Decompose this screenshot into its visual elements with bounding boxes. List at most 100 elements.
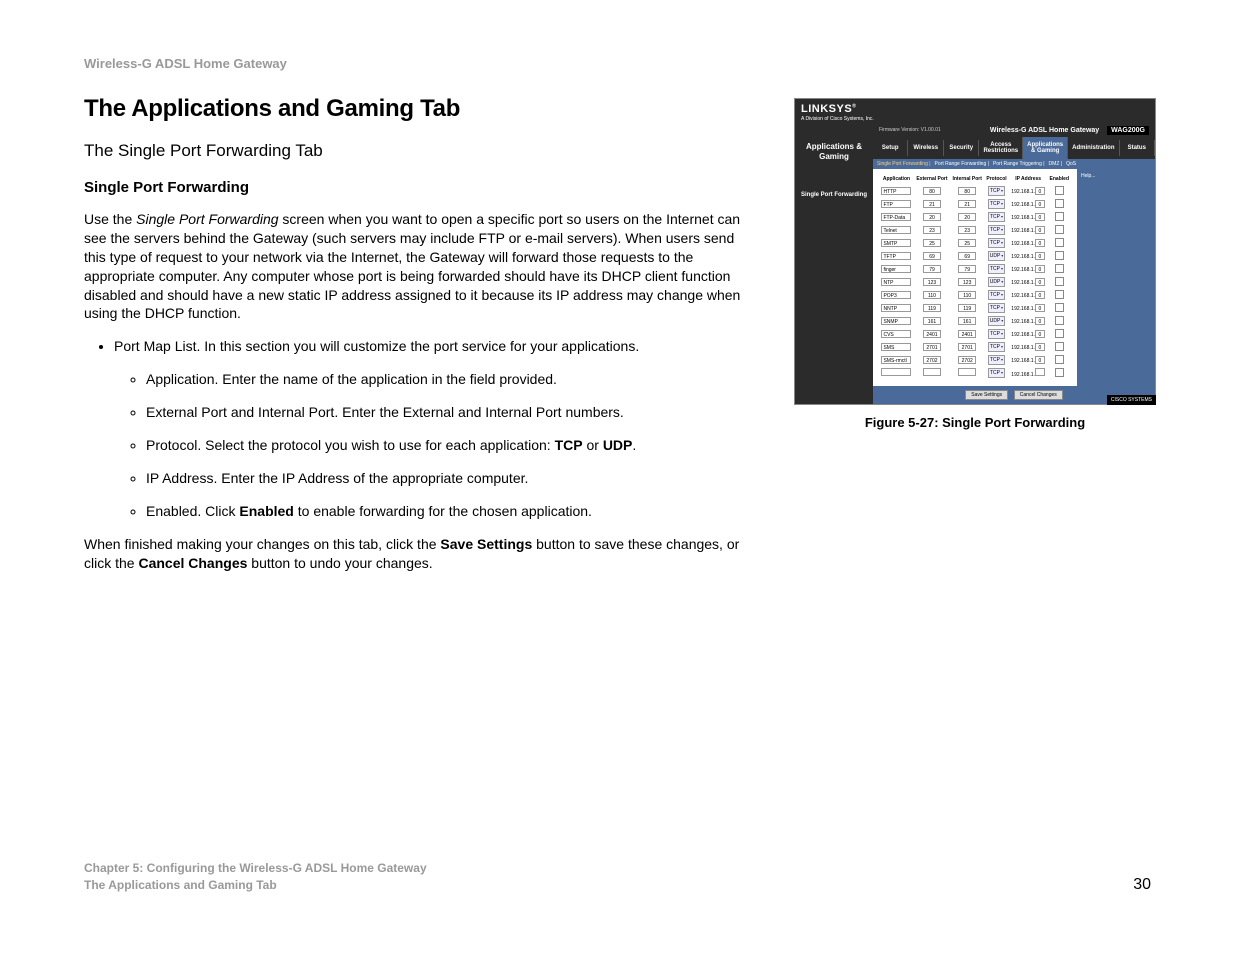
protocol-select[interactable]: UDP	[988, 277, 1006, 287]
ip-input[interactable]: 0	[1035, 291, 1045, 299]
ext-port-input[interactable]: 21	[923, 200, 941, 208]
int-port-input[interactable]: 79	[958, 265, 976, 273]
ip-input[interactable]: 0	[1035, 343, 1045, 351]
protocol-select[interactable]: TCP	[988, 264, 1005, 274]
app-input[interactable]: FTP	[881, 200, 911, 208]
enabled-checkbox[interactable]	[1055, 212, 1064, 221]
enabled-checkbox[interactable]	[1055, 342, 1064, 351]
ext-port-input[interactable]: 20	[923, 213, 941, 221]
app-input[interactable]: SMS	[881, 343, 911, 351]
enabled-checkbox[interactable]	[1055, 290, 1064, 299]
ip-input[interactable]: 0	[1035, 226, 1045, 234]
protocol-select[interactable]: UDP	[988, 316, 1006, 326]
enabled-checkbox[interactable]	[1055, 225, 1064, 234]
enabled-checkbox[interactable]	[1055, 199, 1064, 208]
ip-input[interactable]: 0	[1035, 252, 1045, 260]
ext-port-input[interactable]: 69	[923, 252, 941, 260]
ext-port-input[interactable]: 2701	[923, 343, 941, 351]
enabled-checkbox[interactable]	[1055, 264, 1064, 273]
app-input[interactable]: SNMP	[881, 317, 911, 325]
protocol-select[interactable]: UDP	[988, 251, 1006, 261]
nav-tab[interactable]: Status	[1120, 140, 1155, 156]
ip-input[interactable]: 0	[1035, 356, 1045, 364]
ext-port-input[interactable]	[923, 368, 941, 376]
ext-port-input[interactable]: 161	[923, 317, 941, 325]
int-port-input[interactable]: 161	[958, 317, 976, 325]
int-port-input[interactable]: 23	[958, 226, 976, 234]
int-port-input[interactable]: 69	[958, 252, 976, 260]
protocol-select[interactable]: TCP	[988, 355, 1005, 365]
enabled-checkbox[interactable]	[1055, 277, 1064, 286]
ip-input[interactable]: 0	[1035, 330, 1045, 338]
int-port-input[interactable]: 21	[958, 200, 976, 208]
ip-input[interactable]: 0	[1035, 200, 1045, 208]
int-port-input[interactable]: 20	[958, 213, 976, 221]
protocol-select[interactable]: TCP	[988, 186, 1005, 196]
enabled-checkbox[interactable]	[1055, 368, 1064, 377]
protocol-select[interactable]: TCP	[988, 342, 1005, 352]
protocol-select[interactable]: TCP	[988, 199, 1005, 209]
app-input[interactable]: finger	[881, 265, 911, 273]
ip-input[interactable]: 0	[1035, 265, 1045, 273]
ext-port-input[interactable]: 2702	[923, 356, 941, 364]
nav-tab[interactable]: Wireless	[908, 140, 943, 156]
enabled-checkbox[interactable]	[1055, 186, 1064, 195]
ext-port-input[interactable]: 80	[923, 187, 941, 195]
subnav-item[interactable]: Single Port Forwarding |	[877, 161, 931, 167]
ext-port-input[interactable]: 119	[923, 304, 941, 312]
ip-input[interactable]: 0	[1035, 187, 1045, 195]
app-input[interactable]: POP3	[881, 291, 911, 299]
ip-input[interactable]: 0	[1035, 304, 1045, 312]
enabled-checkbox[interactable]	[1055, 251, 1064, 260]
protocol-select[interactable]: TCP	[988, 212, 1005, 222]
protocol-select[interactable]: TCP	[988, 368, 1005, 378]
protocol-select[interactable]: TCP	[988, 329, 1005, 339]
ip-input[interactable]: 0	[1035, 278, 1045, 286]
int-port-input[interactable]: 110	[958, 291, 976, 299]
ext-port-input[interactable]: 2401	[923, 330, 941, 338]
subnav-item[interactable]: Port Range Triggering |	[993, 161, 1045, 167]
int-port-input[interactable]: 80	[958, 187, 976, 195]
app-input[interactable]: Telnet	[881, 226, 911, 234]
nav-tab[interactable]: Setup	[873, 140, 908, 156]
enabled-checkbox[interactable]	[1055, 303, 1064, 312]
app-input[interactable]: NTP	[881, 278, 911, 286]
ext-port-input[interactable]: 123	[923, 278, 941, 286]
protocol-select[interactable]: TCP	[988, 238, 1005, 248]
protocol-select[interactable]: TCP	[988, 225, 1005, 235]
int-port-input[interactable]: 123	[958, 278, 976, 286]
nav-tab[interactable]: Administration	[1068, 140, 1119, 156]
app-input[interactable]: NNTP	[881, 304, 911, 312]
ext-port-input[interactable]: 23	[923, 226, 941, 234]
app-input[interactable]: CVS	[881, 330, 911, 338]
subnav-item[interactable]: DMZ |	[1049, 161, 1063, 167]
ip-input[interactable]: 0	[1035, 213, 1045, 221]
app-input[interactable]: SMS-rmctl	[881, 356, 911, 364]
cancel-button[interactable]: Cancel Changes	[1014, 390, 1063, 400]
save-button[interactable]: Save Settings	[965, 390, 1008, 400]
ip-input[interactable]: 0	[1035, 317, 1045, 325]
app-input[interactable]: TFTP	[881, 252, 911, 260]
ext-port-input[interactable]: 110	[923, 291, 941, 299]
enabled-checkbox[interactable]	[1055, 316, 1064, 325]
enabled-checkbox[interactable]	[1055, 238, 1064, 247]
nav-tab[interactable]: Applications & Gaming	[1023, 137, 1068, 159]
app-input[interactable]: SMTP	[881, 239, 911, 247]
int-port-input[interactable]	[958, 368, 976, 376]
int-port-input[interactable]: 2401	[958, 330, 976, 338]
subnav-item[interactable]: Port Range Forwarding |	[935, 161, 989, 167]
ext-port-input[interactable]: 25	[923, 239, 941, 247]
nav-tab[interactable]: Access Restrictions	[979, 137, 1023, 159]
ext-port-input[interactable]: 79	[923, 265, 941, 273]
int-port-input[interactable]: 119	[958, 304, 976, 312]
subnav-item[interactable]: QoS	[1066, 161, 1076, 167]
nav-tab[interactable]: Security	[944, 140, 979, 156]
app-input[interactable]: FTP-Data	[881, 213, 911, 221]
int-port-input[interactable]: 2702	[958, 356, 976, 364]
enabled-checkbox[interactable]	[1055, 355, 1064, 364]
app-input[interactable]	[881, 368, 911, 376]
protocol-select[interactable]: TCP	[988, 303, 1005, 313]
app-input[interactable]: HTTP	[881, 187, 911, 195]
ip-input[interactable]	[1035, 368, 1045, 376]
enabled-checkbox[interactable]	[1055, 329, 1064, 338]
